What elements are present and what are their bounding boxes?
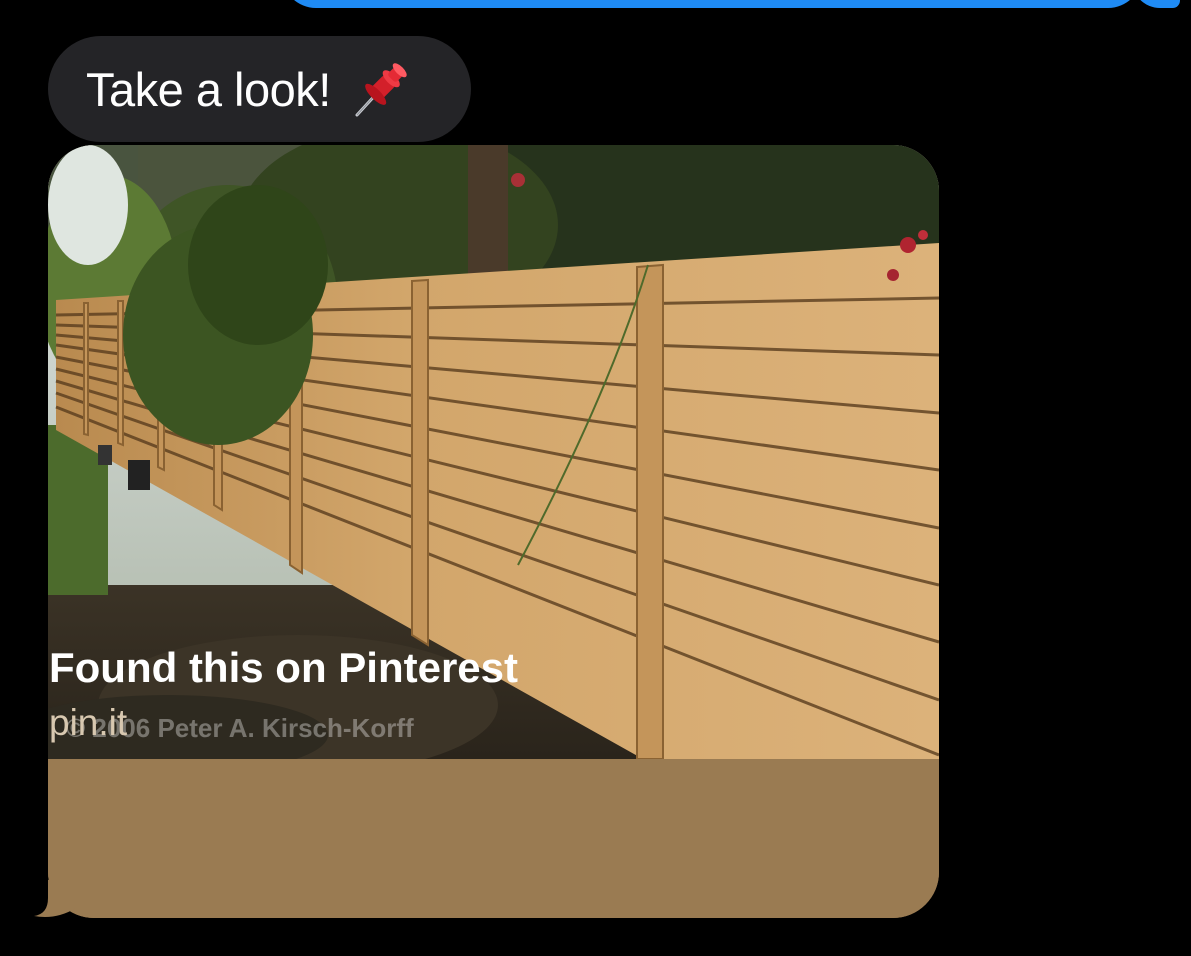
message-text: Take a look!	[86, 62, 331, 116]
messages-screen: Take a look! © 2006 Peter A. Kirsch-Korf…	[0, 0, 1191, 956]
link-preview-domain[interactable]: pin.it	[49, 702, 127, 744]
incoming-message-bubble[interactable]: Take a look!	[48, 36, 471, 142]
outgoing-bubble-tail	[1132, 0, 1180, 8]
incoming-bubble-tail	[34, 880, 90, 917]
link-preview-footer[interactable]	[48, 759, 939, 918]
pushpin-icon	[349, 57, 413, 121]
link-preview-title[interactable]: Found this on Pinterest	[49, 644, 518, 692]
outgoing-message-bubble-edge[interactable]	[282, 0, 1142, 8]
link-preview-card[interactable]: © 2006 Peter A. Kirsch-Korff	[48, 145, 939, 918]
